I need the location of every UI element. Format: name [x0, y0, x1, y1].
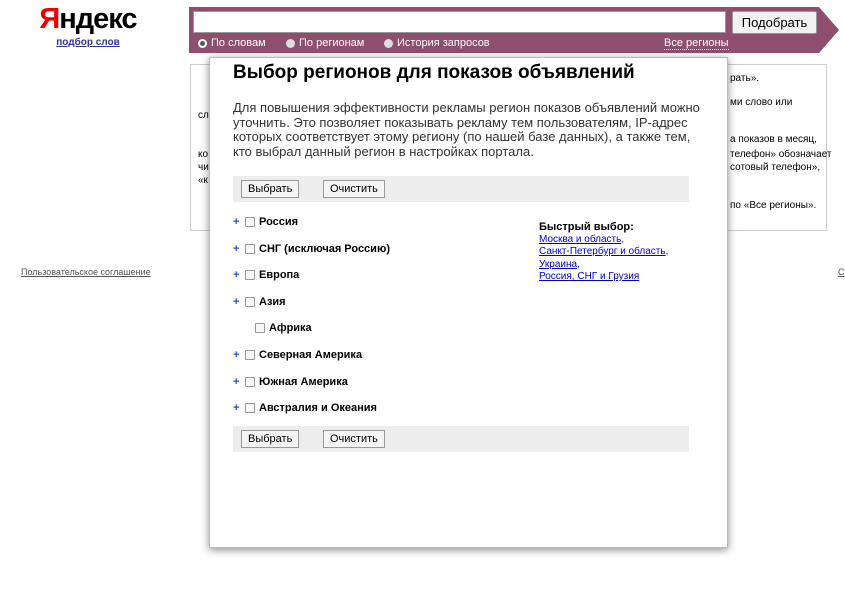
region-asia[interactable]: + Азия: [233, 296, 286, 308]
region-label: СНГ (исключая Россию): [259, 243, 390, 255]
select-button[interactable]: Выбрать: [241, 180, 300, 198]
user-agreement-link[interactable]: Пользовательское соглашение: [21, 267, 151, 277]
region-checkbox[interactable]: [245, 244, 255, 254]
info-text: сл: [198, 110, 209, 121]
expand-plus-icon[interactable]: +: [233, 296, 245, 308]
region-label: Азия: [259, 296, 286, 308]
region-checkbox[interactable]: [245, 377, 255, 387]
quick-link-moscow[interactable]: Москва и область: [539, 234, 621, 245]
region-checkbox[interactable]: [245, 270, 255, 280]
select-button[interactable]: Выбрать: [241, 430, 300, 448]
info-text: по «Все регионы».: [730, 200, 817, 211]
mode-by-words[interactable]: По словам: [198, 37, 266, 49]
clear-button[interactable]: Очистить: [323, 180, 385, 198]
region-label: Африка: [269, 322, 312, 334]
mode-label: По словам: [211, 37, 266, 49]
expand-plus-icon[interactable]: +: [233, 376, 245, 388]
region-label: Австралия и Океания: [259, 402, 377, 414]
clear-button[interactable]: Очистить: [323, 430, 385, 448]
region-europe[interactable]: + Европа: [233, 269, 299, 281]
region-checkbox[interactable]: [245, 217, 255, 227]
footer-right-link[interactable]: С: [838, 267, 845, 277]
region-south-america[interactable]: + Южная Америка: [233, 376, 348, 388]
expand-plus-icon[interactable]: +: [233, 216, 245, 228]
info-text: телефон» обозначает: [730, 149, 832, 160]
search-bar-arrow: [819, 7, 839, 53]
mode-query-history[interactable]: История запросов: [384, 37, 490, 49]
region-label: Европа: [259, 269, 300, 281]
info-text: сотовый телефон»,: [730, 162, 821, 173]
info-text: «к: [198, 175, 208, 186]
dialog-description: Для повышения эффективности рекламы реги…: [233, 100, 700, 159]
info-text: а показов в месяц,: [730, 134, 817, 145]
all-regions-link[interactable]: Все регионы: [664, 37, 729, 50]
mode-by-regions[interactable]: По регионам: [286, 37, 364, 49]
radio-icon[interactable]: [198, 38, 207, 48]
quick-link-russia-cis-georgia[interactable]: Россия, СНГ и Грузия: [539, 271, 639, 282]
radio-icon[interactable]: [384, 38, 393, 48]
search-input[interactable]: [193, 11, 726, 33]
info-text: ко: [198, 149, 209, 160]
expand-plus-icon[interactable]: +: [233, 402, 245, 414]
search-button[interactable]: Подобрать: [732, 11, 817, 34]
quick-link-spb[interactable]: Санкт-Петербург и область: [539, 246, 666, 257]
quick-link-ukraine[interactable]: Украина: [539, 259, 577, 270]
quick-select-title: Быстрый выбор:: [539, 221, 634, 233]
info-text: рать».: [730, 73, 760, 84]
logo-text: Яндекс: [39, 3, 137, 35]
region-checkbox[interactable]: [245, 297, 255, 307]
region-australia-oceania[interactable]: + Австралия и Океания: [233, 402, 377, 414]
expand-plus-icon[interactable]: +: [233, 269, 245, 281]
region-north-america[interactable]: + Северная Америка: [233, 349, 362, 361]
region-label: Южная Америка: [259, 376, 348, 388]
dialog-title: Выбор регионов для показов объявлений: [233, 62, 635, 83]
action-bar-top: Выбрать Очистить: [233, 176, 689, 202]
radio-icon[interactable]: [286, 38, 295, 48]
region-checkbox[interactable]: [245, 403, 255, 413]
mode-label: История запросов: [397, 37, 490, 49]
expand-plus-icon[interactable]: +: [233, 349, 245, 361]
logo-subtitle-link[interactable]: подбор слов: [38, 37, 138, 48]
region-checkbox[interactable]: [245, 350, 255, 360]
region-africa[interactable]: Африка: [255, 322, 312, 334]
quick-select: Быстрый выбор: Москва и область, Санкт-П…: [539, 221, 669, 282]
region-label: Северная Америка: [259, 349, 363, 361]
region-checkbox[interactable]: [255, 323, 265, 333]
yandex-logo[interactable]: Яндекс подбор слов: [38, 2, 138, 48]
info-text: чи: [198, 162, 209, 173]
region-select-dialog: Выбор регионов для показов объявлений Дл…: [209, 57, 728, 548]
info-text: ми слово или: [730, 97, 793, 108]
expand-plus-icon[interactable]: +: [233, 243, 245, 255]
mode-label: По регионам: [299, 37, 365, 49]
region-label: Россия: [259, 216, 299, 228]
region-cis[interactable]: + СНГ (исключая Россию): [233, 243, 390, 255]
region-russia[interactable]: + Россия: [233, 216, 298, 228]
action-bar-bottom: Выбрать Очистить: [233, 426, 689, 452]
